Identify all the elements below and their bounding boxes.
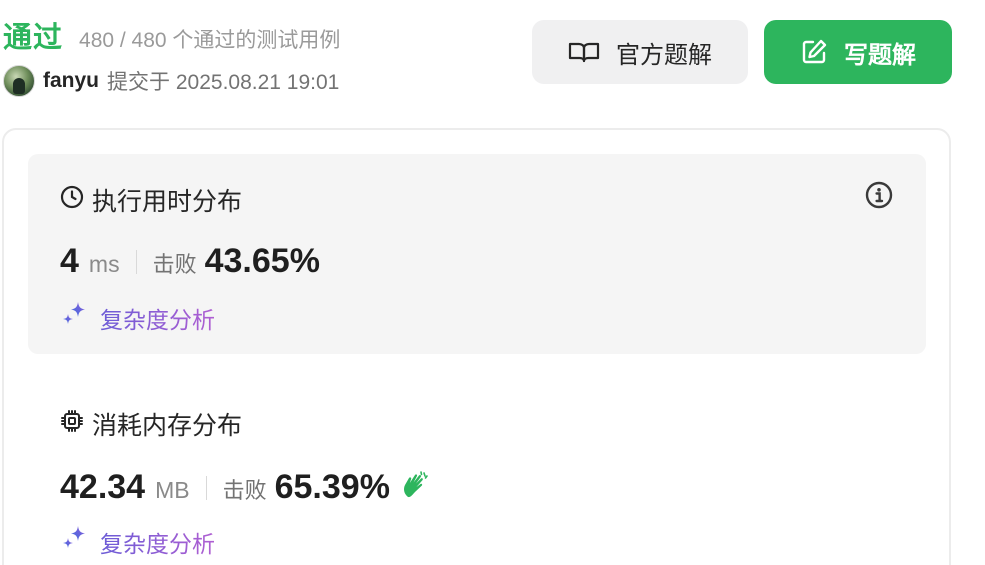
runtime-complexity-link[interactable]: 复杂度分析 (60, 300, 215, 336)
memory-stats: 42.34 MB 击败 65.39% (60, 468, 430, 507)
sparkle-icon (60, 524, 90, 560)
official-solution-button[interactable]: 官方题解 (532, 20, 748, 84)
info-icon[interactable] (864, 180, 894, 210)
runtime-panel[interactable]: 执行用时分布 4 ms 击败 43.65% 复杂度分析 (28, 154, 926, 354)
test-cases-count: 480 / 480 个通过的测试用例 (79, 29, 341, 52)
runtime-stats: 4 ms 击败 43.65% (60, 242, 320, 281)
clock-icon (60, 185, 84, 216)
write-solution-button[interactable]: 写题解 (764, 20, 952, 84)
runtime-beats-label: 击败 (152, 252, 197, 277)
divider (135, 249, 137, 274)
edit-icon (800, 38, 828, 66)
submission-time: 提交于 2025.08.21 19:01 (107, 71, 340, 94)
memory-value: 42.34 (60, 468, 146, 506)
submission-result-page: 通过 480 / 480 个通过的测试用例 fanyu 提交于 2025.08.… (0, 0, 985, 565)
avatar[interactable] (3, 65, 35, 97)
clap-icon (400, 470, 430, 505)
performance-card: 执行用时分布 4 ms 击败 43.65% 复杂度分析 消耗内存分布 42.34… (2, 128, 951, 565)
runtime-title: 执行用时分布 (60, 182, 242, 218)
memory-beats-value: 65.39% (274, 468, 390, 506)
runtime-title-label: 执行用时分布 (92, 188, 243, 216)
memory-title: 消耗内存分布 (60, 406, 242, 442)
memory-complexity-label: 复杂度分析 (100, 525, 215, 559)
memory-unit: MB (155, 477, 190, 503)
write-solution-label: 写题解 (844, 41, 916, 69)
submission-meta: fanyu 提交于 2025.08.21 19:01 (3, 64, 339, 98)
status-line: 通过 480 / 480 个通过的测试用例 (3, 14, 340, 56)
memory-complexity-link[interactable]: 复杂度分析 (60, 524, 215, 560)
memory-title-label: 消耗内存分布 (92, 412, 243, 440)
book-icon (568, 40, 600, 64)
runtime-value: 4 (60, 242, 79, 280)
sparkle-icon (60, 300, 90, 336)
status-label: 通过 (3, 22, 64, 54)
chip-icon (60, 409, 84, 440)
runtime-beats-value: 43.65% (204, 242, 320, 280)
runtime-unit: ms (88, 251, 120, 277)
username-link[interactable]: fanyu (43, 69, 99, 93)
divider (205, 475, 207, 500)
official-solution-label: 官方题解 (616, 41, 712, 69)
runtime-complexity-label: 复杂度分析 (100, 301, 215, 335)
memory-beats-label: 击败 (222, 478, 267, 503)
